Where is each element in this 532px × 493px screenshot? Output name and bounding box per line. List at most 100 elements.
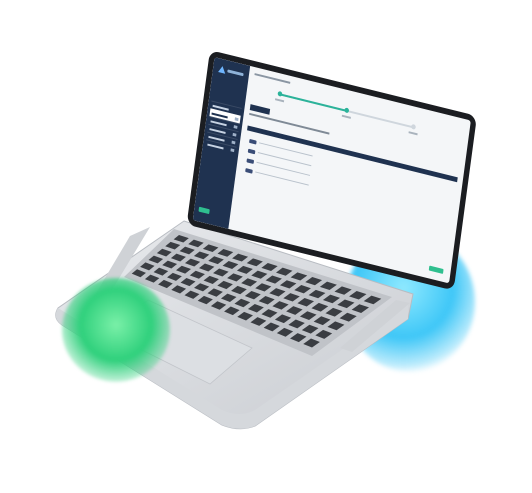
keyboard-key xyxy=(315,329,333,339)
keyboard-key xyxy=(313,316,331,326)
step-progress xyxy=(275,90,418,136)
keyboard-key xyxy=(237,311,253,321)
keyboard-key xyxy=(261,263,278,272)
keyboard-key xyxy=(265,275,282,284)
keyboard-key xyxy=(207,288,223,297)
keyboard-key xyxy=(286,306,303,315)
keyboard-key xyxy=(217,280,233,290)
keyboard-key xyxy=(363,295,382,305)
keyboard-key xyxy=(241,278,258,287)
keyboard-key xyxy=(231,285,247,295)
keyboard-key xyxy=(251,270,268,279)
keyboard-key xyxy=(308,289,326,299)
keyboard-key xyxy=(247,303,264,313)
keyboard-key xyxy=(283,293,300,302)
keyboard-key xyxy=(220,293,237,302)
keyboard-key xyxy=(222,261,239,270)
green-glow-orb xyxy=(62,278,170,382)
keyboard-key xyxy=(351,304,370,313)
keyboard-key xyxy=(322,294,340,304)
keyboard-key xyxy=(261,309,278,318)
keyboard-key xyxy=(131,269,146,278)
keyboard-key xyxy=(294,285,311,294)
keyboard-key xyxy=(176,265,192,274)
keyboard-key xyxy=(171,285,187,294)
panel-header xyxy=(247,125,458,183)
keyboard-key xyxy=(279,280,297,289)
keyboard-key xyxy=(167,272,182,281)
keyboard-key xyxy=(337,299,355,309)
keyboard-key xyxy=(290,333,307,343)
keyboard-key xyxy=(165,241,181,250)
logo-icon xyxy=(218,65,227,74)
keyboard-key xyxy=(250,317,267,326)
keyboard-key xyxy=(208,256,224,265)
keyboard-key xyxy=(327,321,345,331)
keyboard-key xyxy=(203,275,219,284)
keyboard-key xyxy=(263,322,280,332)
keyboard-key xyxy=(303,338,320,348)
keyboard-key xyxy=(170,253,186,262)
keyboard-key xyxy=(236,265,253,274)
breadcrumb xyxy=(254,73,291,84)
sidebar-button xyxy=(198,206,210,215)
keyboard-key xyxy=(227,273,243,282)
step-label xyxy=(275,98,285,103)
keyboard-key xyxy=(276,327,294,337)
keyboard-key xyxy=(246,258,263,267)
keyboard-key xyxy=(269,288,286,297)
keyboard-key xyxy=(213,268,229,277)
keyboard-key xyxy=(290,272,308,281)
keyboard-key xyxy=(288,319,305,329)
step-dot xyxy=(344,107,350,114)
keyboard-key xyxy=(173,235,189,243)
keyboard-key xyxy=(319,281,337,291)
keyboard-key xyxy=(311,302,329,312)
keyboard-key xyxy=(189,270,205,279)
keyboard-key xyxy=(334,286,352,295)
keyboard-key xyxy=(234,298,251,308)
keyboard-key xyxy=(244,290,261,300)
app-logo xyxy=(218,64,244,79)
keyboard-key xyxy=(184,290,200,299)
keyboard-key xyxy=(299,311,317,320)
keyboard-key xyxy=(156,248,172,257)
keyboard-key xyxy=(180,278,196,287)
keyboard-key xyxy=(162,260,178,269)
keyboard-key xyxy=(275,267,293,276)
keyboard-key xyxy=(144,274,160,283)
keyboard-key xyxy=(217,249,234,257)
keyboard-key xyxy=(210,301,227,310)
product-hero-scene xyxy=(0,0,532,493)
keyboard-key xyxy=(224,306,240,316)
keyboard-key xyxy=(188,239,204,248)
keyboard-key xyxy=(339,312,357,322)
keyboard-key xyxy=(305,277,323,286)
submit-button xyxy=(428,265,444,274)
step-label xyxy=(341,114,351,119)
step-label xyxy=(408,131,418,136)
keyboard-key xyxy=(197,295,213,305)
keyboard-key xyxy=(153,267,169,276)
keyboard-key xyxy=(184,258,201,267)
logo-wordmark xyxy=(227,69,244,77)
step-dot xyxy=(410,123,417,130)
keyboard-key xyxy=(193,251,210,260)
keyboard-key xyxy=(158,279,173,289)
step-progress-fill xyxy=(279,93,347,112)
keyboard-key xyxy=(301,324,319,334)
keyboard-key xyxy=(202,244,219,253)
keyboard-key xyxy=(199,263,215,272)
keyboard-key xyxy=(325,307,343,317)
keyboard-key xyxy=(255,283,272,292)
keyboard-key xyxy=(148,255,164,264)
keyboard-key xyxy=(232,253,249,262)
keyboard-key xyxy=(272,301,289,310)
keyboard-key xyxy=(179,246,195,255)
keyboard-key xyxy=(349,291,367,300)
keyboard-key xyxy=(140,262,155,271)
keyboard-key xyxy=(274,314,292,324)
keyboard-key xyxy=(194,283,210,292)
keyboard-key xyxy=(297,298,315,307)
keyboard-key xyxy=(258,296,275,305)
